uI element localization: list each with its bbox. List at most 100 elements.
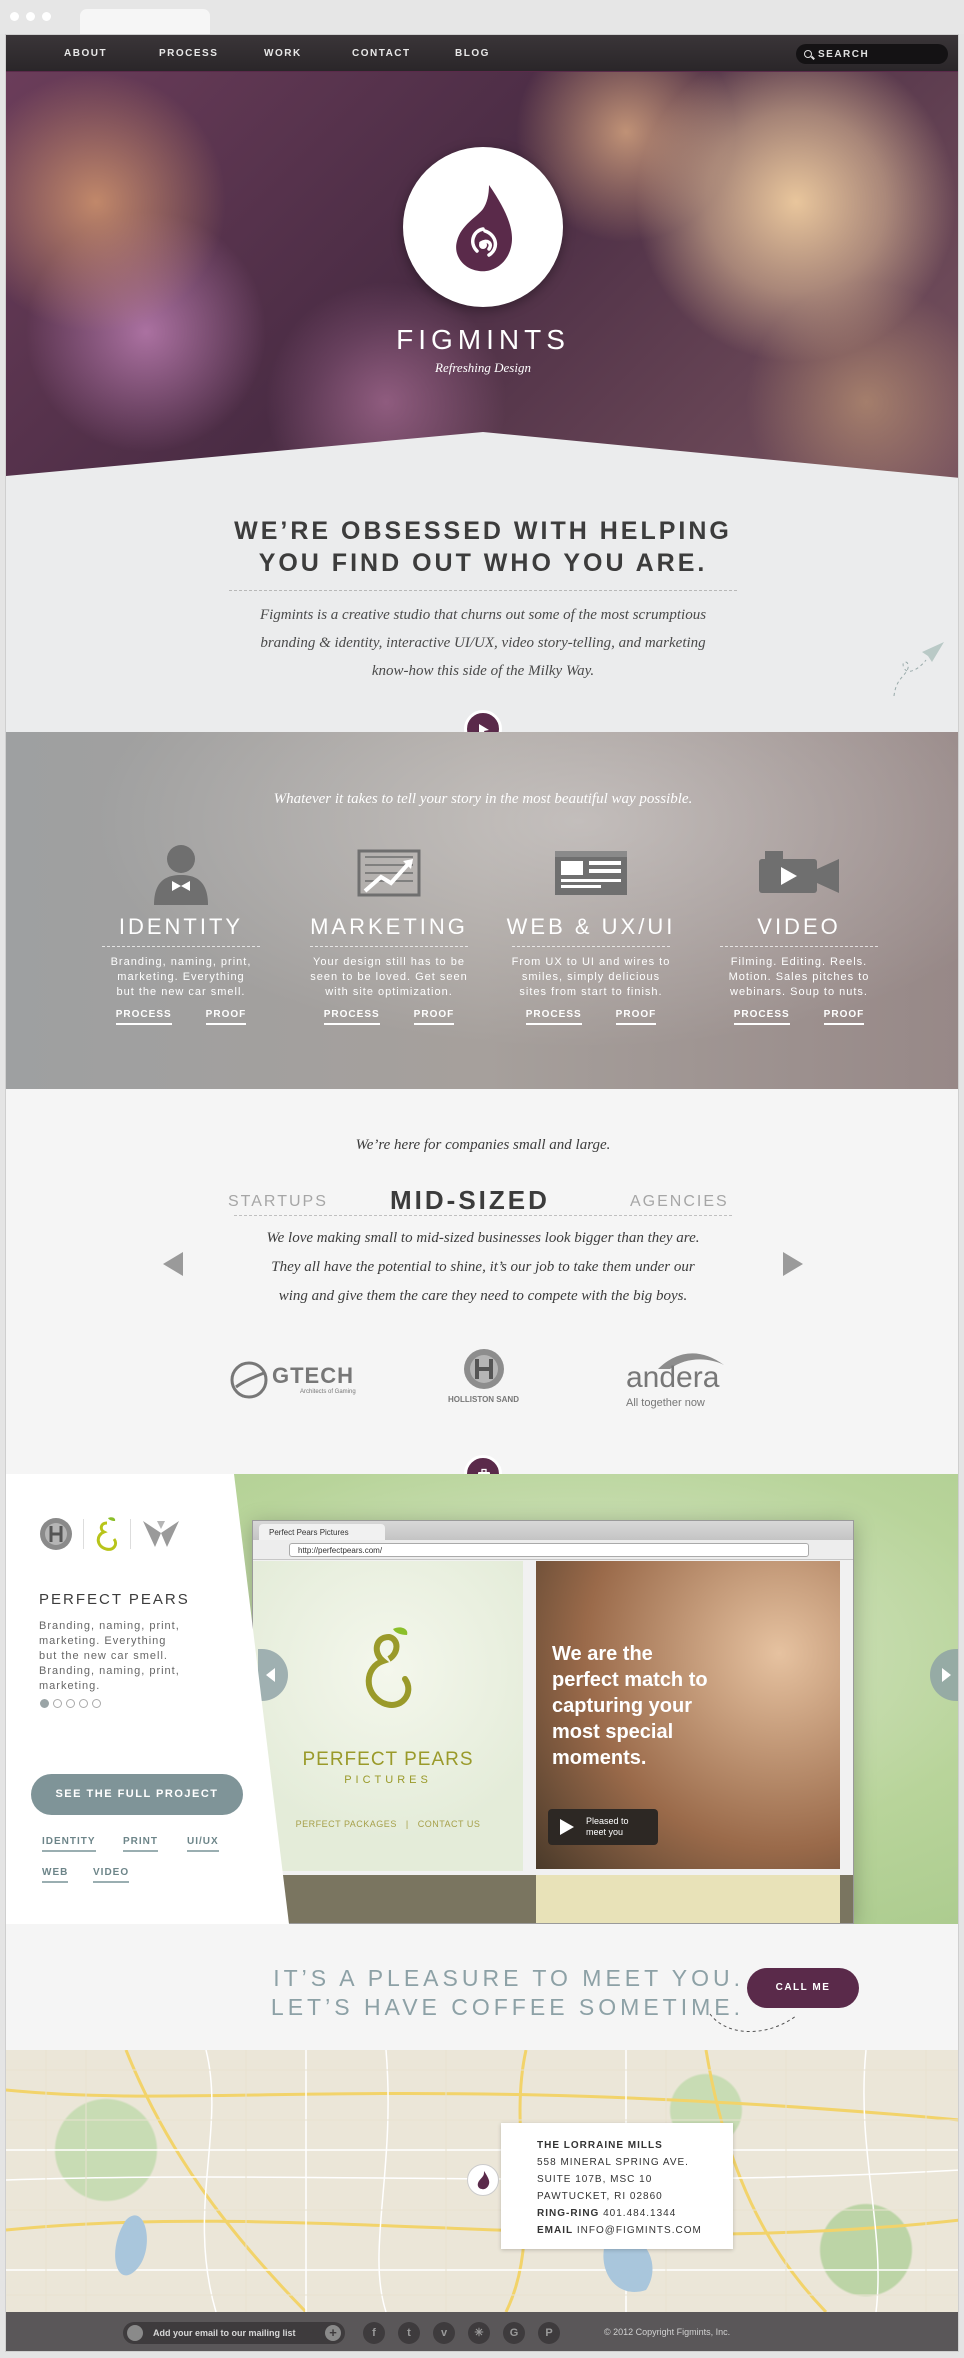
- project-desc-line: but the new car smell.: [39, 1650, 168, 1662]
- process-link[interactable]: PROCESS: [323, 1009, 380, 1025]
- newsletter-submit-icon[interactable]: +: [325, 2325, 341, 2341]
- prev-arrow-icon[interactable]: [163, 1252, 183, 1276]
- see-full-project-button[interactable]: SEE THE FULL PROJECT: [31, 1774, 243, 1815]
- proof-link[interactable]: PROOF: [205, 1009, 247, 1025]
- swirl-drop-icon: [456, 185, 513, 272]
- hero-banner: FIGMINTS Refreshing Design: [6, 72, 958, 492]
- facebook-icon[interactable]: f: [363, 2322, 385, 2344]
- mockup-address-bar: http://perfectpears.com/: [253, 1540, 853, 1560]
- proof-link[interactable]: PROOF: [413, 1009, 455, 1025]
- nav-contact[interactable]: CONTACT: [352, 48, 411, 59]
- slide-dot[interactable]: [53, 1699, 62, 1708]
- service-desc: Your design still has to be seen to be l…: [294, 955, 484, 1000]
- service-desc-line: Filming. Editing. Reels.: [730, 956, 868, 968]
- call-me-button[interactable]: CALL ME: [747, 1968, 859, 2008]
- portfolio-next-arrow-icon[interactable]: [930, 1649, 958, 1701]
- pear-icon[interactable]: [94, 1516, 120, 1552]
- map-pin-icon[interactable]: [467, 2164, 499, 2196]
- nav-blog[interactable]: BLOG: [455, 48, 490, 59]
- divider: [83, 1519, 84, 1549]
- tag-identity[interactable]: IDENTITY: [42, 1836, 96, 1852]
- divider: [234, 1215, 732, 1216]
- vimeo-icon[interactable]: v: [433, 2322, 455, 2344]
- close-dot[interactable]: [10, 12, 19, 21]
- tag-web[interactable]: WEB: [42, 1867, 69, 1883]
- mockup-url: http://perfectpears.com/: [289, 1543, 809, 1557]
- service-desc: Branding, naming, print, marketing. Ever…: [86, 955, 276, 1000]
- intro-body-line1: Figmints is a creative studio that churn…: [259, 607, 707, 623]
- phone-label: RING-RING: [537, 2208, 600, 2219]
- email-link[interactable]: INFO@FIGMINTS.COM: [577, 2225, 702, 2236]
- slide-dot[interactable]: [40, 1699, 49, 1708]
- play-label-line: Pleased to: [586, 1816, 629, 1826]
- pinterest-icon[interactable]: P: [538, 2322, 560, 2344]
- companies-body-line1: We love making small to mid-sized busine…: [266, 1230, 700, 1246]
- project-browser-mockup: Perfect Pears Pictures http://perfectpea…: [252, 1520, 854, 1924]
- location-map[interactable]: THE LORRAINE MILLS 558 MINERAL SPRING AV…: [6, 2050, 958, 2312]
- tag-print[interactable]: PRINT: [123, 1836, 158, 1852]
- companies-body: We love making small to mid-sized busine…: [220, 1224, 746, 1311]
- process-link[interactable]: PROCESS: [733, 1009, 790, 1025]
- next-arrow-icon[interactable]: [783, 1252, 803, 1276]
- tag-video[interactable]: VIDEO: [93, 1867, 130, 1883]
- service-marketing: MARKETING Your design still has to be se…: [294, 838, 484, 1025]
- phone-number[interactable]: 401.484.1344: [603, 2208, 676, 2219]
- tag-ui-ux[interactable]: UI/UX: [187, 1836, 219, 1852]
- proof-link[interactable]: PROOF: [823, 1009, 865, 1025]
- hero-divider: [6, 432, 958, 492]
- holliston-wordmark: HOLLISTON SAND: [448, 1395, 519, 1404]
- andera-subtitle: All together now: [626, 1397, 705, 1409]
- process-link[interactable]: PROCESS: [115, 1009, 172, 1025]
- intro-heading-line1: WE’RE OBSESSED WITH HELPING: [234, 517, 732, 545]
- services-section: Whatever it takes to tell your story in …: [6, 732, 958, 1089]
- browser-tab[interactable]: [80, 9, 210, 34]
- dribbble-icon[interactable]: ✳: [468, 2322, 490, 2344]
- nav-about[interactable]: ABOUT: [64, 48, 107, 59]
- camera-icon: [704, 838, 894, 908]
- divider: [512, 946, 670, 947]
- brand-name: FIGMINTS: [396, 324, 570, 355]
- tab-mid-sized[interactable]: MID-SIZED: [390, 1185, 550, 1216]
- mockup-link-separator: |: [405, 1819, 409, 1829]
- contact-cta: IT’S A PLEASURE TO MEET YOU. LET’S HAVE …: [6, 1924, 958, 2050]
- project-desc-line: marketing. Everything: [39, 1635, 167, 1647]
- chevron-brand-icon[interactable]: [141, 1517, 181, 1551]
- gtech-wordmark: GTECH: [272, 1363, 354, 1388]
- minimize-dot[interactable]: [26, 12, 35, 21]
- search-label: SEARCH: [818, 49, 870, 60]
- twitter-icon[interactable]: t: [398, 2322, 420, 2344]
- tab-agencies[interactable]: AGENCIES: [630, 1193, 729, 1211]
- divider: [310, 946, 468, 947]
- browser-chrome: [0, 0, 964, 34]
- brand-logo[interactable]: [403, 147, 563, 307]
- service-desc-line: seen to be loved. Get seen: [310, 971, 468, 983]
- service-title: WEB & UX/UI: [506, 914, 676, 939]
- nav-process[interactable]: PROCESS: [159, 48, 218, 59]
- slide-dot[interactable]: [92, 1699, 101, 1708]
- project-desc-line: Branding, naming, print,: [39, 1620, 180, 1632]
- proof-link[interactable]: PROOF: [615, 1009, 657, 1025]
- address-street: 558 MINERAL SPRING AVE.: [537, 2157, 689, 2168]
- play-label-line: meet you: [586, 1827, 624, 1837]
- mockup-tab-bar: Perfect Pears Pictures: [253, 1521, 853, 1540]
- service-video: VIDEO Filming. Editing. Reels. Motion. S…: [704, 838, 894, 1025]
- mockup-hero-photo: We are the perfect match to capturing yo…: [536, 1561, 840, 1869]
- search-input[interactable]: SEARCH: [796, 44, 948, 64]
- project-title: PERFECT PEARS: [39, 1591, 190, 1608]
- mockup-site-links: PERFECT PACKAGES | CONTACT US: [253, 1819, 523, 1829]
- chart-icon: [294, 838, 484, 908]
- holliston-icon[interactable]: [39, 1517, 73, 1551]
- google-icon[interactable]: G: [503, 2322, 525, 2344]
- intro-heading-line2: YOU FIND OUT WHO YOU ARE.: [258, 549, 708, 577]
- slide-dot[interactable]: [79, 1699, 88, 1708]
- process-link[interactable]: PROCESS: [525, 1009, 582, 1025]
- tab-startups[interactable]: STARTUPS: [228, 1193, 328, 1211]
- nav-work[interactable]: WORK: [264, 48, 302, 59]
- footer: Add your email to our mailing list + f t…: [6, 2312, 958, 2351]
- slide-dot[interactable]: [66, 1699, 75, 1708]
- service-title: MARKETING: [310, 914, 468, 939]
- maximize-dot[interactable]: [42, 12, 51, 21]
- newsletter-input[interactable]: Add your email to our mailing list +: [123, 2322, 345, 2344]
- photo-text-line: perfect match to: [552, 1669, 708, 1691]
- address-place: THE LORRAINE MILLS: [537, 2140, 663, 2151]
